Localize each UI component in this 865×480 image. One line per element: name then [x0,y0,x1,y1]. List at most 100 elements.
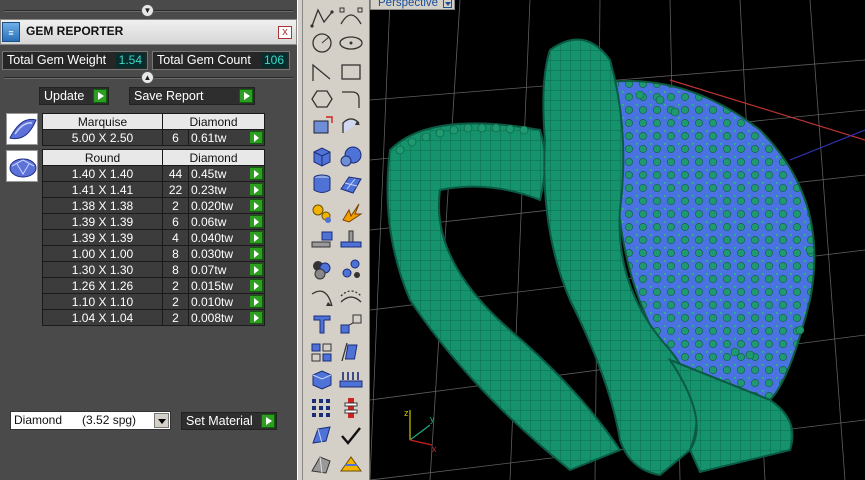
gem-weight-cell: 0.23tw [188,181,265,198]
total-count-label: Total Gem Count [157,53,251,67]
box-icon[interactable] [308,143,336,169]
select-gems-icon[interactable] [249,279,263,292]
table-row[interactable]: 5.00 X 2.50 6 0.61tw [42,129,265,146]
total-weight-value: 1.54 [115,53,145,68]
update-button[interactable]: Update [39,87,109,105]
boolean-icon[interactable] [337,226,365,252]
ellipse-icon[interactable] [337,30,365,56]
gem-weight: 0.015tw [191,278,234,293]
gem-tool-icon[interactable] [308,200,336,226]
solid-box-icon[interactable] [308,366,336,392]
gem-size: 1.38 X 1.38 [42,197,163,214]
surface-icon[interactable] [337,171,365,197]
gem-weight: 0.61tw [191,130,227,145]
gem-size: 1.39 X 1.39 [42,213,163,230]
marquise-gem-icon [9,118,37,140]
viewport-canvas[interactable]: z y x [370,0,865,480]
transform-icon[interactable] [308,113,336,139]
gem-count: 6 [162,129,189,146]
select-gems-icon[interactable] [249,311,263,324]
select-gems-icon[interactable] [249,131,263,144]
middle-splitter[interactable]: ▲ [0,71,297,85]
render-icon[interactable] [308,451,336,477]
ring-profile-icon[interactable] [337,395,365,421]
table-row[interactable]: 1.30 X 1.30 8 0.07tw [42,261,265,278]
table-row[interactable]: 1.00 X 1.00 8 0.030tw [42,245,265,262]
gem-place-icon[interactable] [337,256,365,282]
select-gems-icon[interactable] [249,199,263,212]
select-gems-icon[interactable] [249,231,263,244]
offset-curve-icon[interactable] [337,284,365,310]
polyline-icon[interactable] [308,4,336,30]
select-gems-icon[interactable] [249,215,263,228]
play-icon [93,89,107,103]
gem-cluster-icon[interactable] [308,256,336,282]
cut-header: Marquise [42,113,163,130]
material-selected-value: Diamond (3.52 spg) [14,413,137,427]
update-label: Update [44,89,85,103]
round-table: Round Diamond 1.40 X 1.40 44 0.45tw 1.41… [42,149,265,326]
check-icon[interactable] [337,423,365,449]
gem-size: 1.26 X 1.26 [42,277,163,294]
table-row[interactable]: 1.26 X 1.26 2 0.015tw [42,277,265,294]
select-gems-icon[interactable] [249,295,263,308]
table-row[interactable]: 1.39 X 1.39 4 0.040tw [42,229,265,246]
table-row[interactable]: 1.41 X 1.41 22 0.23tw [42,181,265,198]
table-row[interactable]: 1.04 X 1.04 2 0.008tw [42,309,265,326]
table-row[interactable]: 1.40 X 1.40 44 0.45tw [42,165,265,182]
prongs-icon[interactable] [337,366,365,392]
collapse-up-icon[interactable]: ▲ [141,71,154,84]
gem-count: 22 [162,181,189,198]
align-icon[interactable] [308,226,336,252]
round-thumbnail[interactable] [6,150,38,182]
arc-icon[interactable] [308,59,336,85]
deform-icon[interactable] [337,339,365,365]
table-row[interactable]: 1.10 X 1.10 2 0.010tw [42,293,265,310]
curve-points-icon[interactable] [337,4,365,30]
play-icon [239,89,253,103]
text-icon[interactable] [308,311,336,337]
scale-icon[interactable] [337,311,365,337]
top-splitter[interactable]: ▼ [0,4,297,18]
explode-icon[interactable] [337,200,365,226]
select-gems-icon[interactable] [249,167,263,180]
viewport-title-tab[interactable]: Perspective [370,0,455,10]
gem-weight-cell: 0.008tw [188,309,265,326]
gem-size: 1.39 X 1.39 [42,229,163,246]
set-material-button[interactable]: Set Material [181,412,277,430]
modeling-toolbar [303,0,370,480]
reporter-app-icon: ≡ [2,22,20,42]
circle-icon[interactable] [308,30,336,56]
material-dropdown[interactable]: Diamond (3.52 spg) [10,411,171,430]
table-row[interactable]: 1.38 X 1.38 2 0.020tw [42,197,265,214]
gem-weight: 0.008tw [191,310,234,325]
revolve-icon[interactable] [337,113,365,139]
chevron-down-icon[interactable] [154,413,169,428]
save-report-label: Save Report [134,89,204,103]
gem-count: 2 [162,293,189,310]
chevron-down-icon[interactable] [443,0,452,8]
perspective-viewport[interactable]: z y x [370,0,865,480]
fillet-icon[interactable] [337,86,365,112]
gem-weight: 0.07tw [191,262,227,277]
select-gems-icon[interactable] [249,183,263,196]
array-icon[interactable] [308,339,336,365]
gem-weight-cell: 0.61tw [188,129,265,146]
marquise-thumbnail[interactable] [6,113,38,145]
select-gems-icon[interactable] [249,263,263,276]
cylinder-icon[interactable] [308,171,336,197]
close-icon[interactable]: x [278,26,292,39]
cutter-icon[interactable] [308,423,336,449]
table-row[interactable]: 1.39 X 1.39 6 0.06tw [42,213,265,230]
select-gems-icon[interactable] [249,247,263,260]
save-report-button[interactable]: Save Report [129,87,255,105]
curve-edit-icon[interactable] [308,284,336,310]
set-material-label: Set Material [186,414,253,428]
collapse-down-icon[interactable]: ▼ [141,4,154,17]
rectangle-icon[interactable] [337,59,365,85]
polygon-icon[interactable] [308,86,336,112]
sphere-icon[interactable] [337,143,365,169]
material-icon[interactable] [337,451,365,477]
grid-array-icon[interactable] [308,395,336,421]
gem-weight-cell: 0.030tw [188,245,265,262]
